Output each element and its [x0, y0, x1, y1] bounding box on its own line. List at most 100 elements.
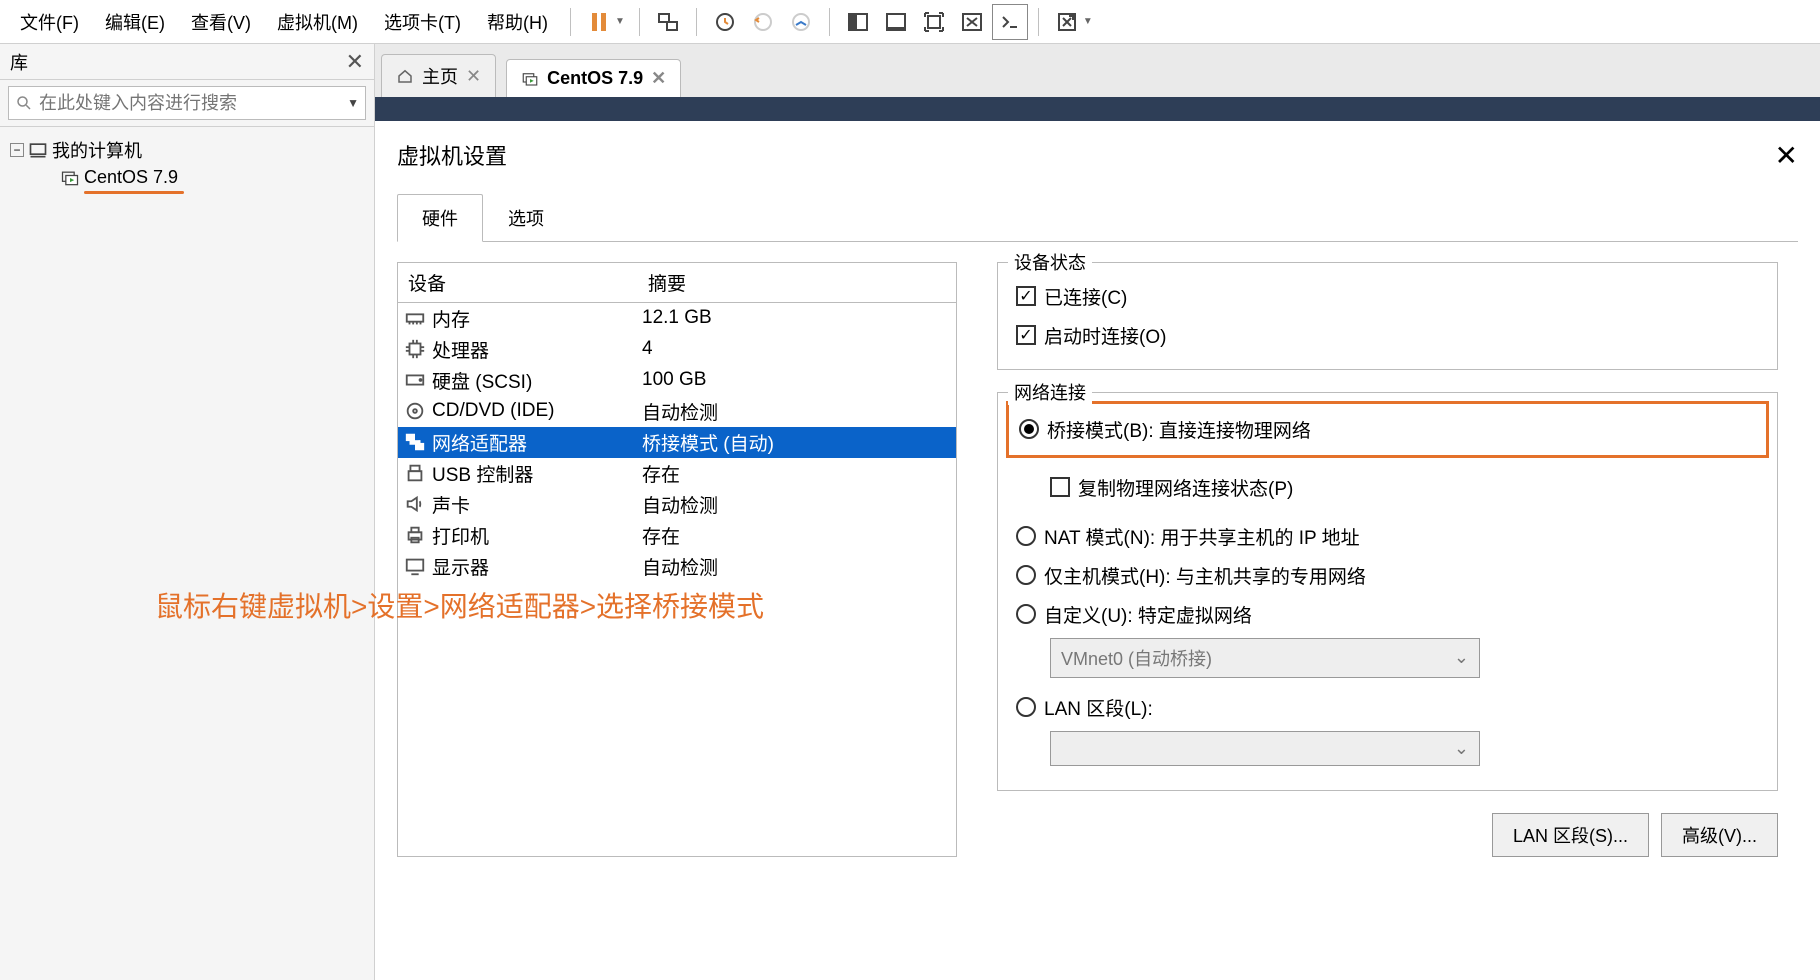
hw-row-sound[interactable]: 声卡 自动检测 — [398, 489, 956, 520]
connected-label: 已连接(C) — [1044, 283, 1127, 310]
sidebar-close-icon[interactable]: ✕ — [346, 49, 364, 75]
lan-segments-button[interactable]: LAN 区段(S)... — [1492, 813, 1649, 857]
hw-summary: 自动检测 — [638, 553, 956, 580]
tab-vm[interactable]: CentOS 7.9 ✕ — [506, 59, 681, 97]
manage-snapshot-icon[interactable] — [783, 4, 819, 40]
replicate-checkbox[interactable]: 复制物理网络连接状态(P) — [1016, 468, 1759, 507]
revert-icon[interactable] — [745, 4, 781, 40]
menu-view[interactable]: 查看(V) — [179, 3, 263, 41]
home-icon — [396, 67, 414, 85]
hw-row-printer[interactable]: 打印机 存在 — [398, 520, 956, 551]
custom-vmnet-select[interactable]: VMnet0 (自动桥接) ⌄ — [1050, 638, 1480, 678]
split-left-icon[interactable] — [840, 4, 876, 40]
hw-name: 处理器 — [432, 336, 489, 363]
connected-checkbox[interactable]: ✓ 已连接(C) — [1016, 277, 1759, 316]
dialog-body: 设备 摘要 内存 12.1 GB 处理器 4 硬盘 (SCSI) 100 GB — [397, 242, 1798, 857]
radio-selected-icon — [1019, 419, 1039, 439]
hw-row-network[interactable]: 网络适配器 桥接模式 (自动) — [398, 427, 956, 458]
lan-segment-select[interactable]: ⌄ — [1050, 731, 1480, 766]
hw-row-display[interactable]: 显示器 自动检测 — [398, 551, 956, 582]
hw-row-memory[interactable]: 内存 12.1 GB — [398, 303, 956, 334]
pause-icon[interactable] — [581, 4, 617, 40]
sidebar-header: 库 ✕ — [0, 44, 374, 80]
menu-tabs[interactable]: 选项卡(T) — [372, 3, 473, 41]
dialog-tab-options[interactable]: 选项 — [483, 194, 569, 242]
hw-name: CD/DVD (IDE) — [432, 400, 554, 422]
hw-summary: 100 GB — [638, 369, 956, 391]
menu-bar: 文件(F) 编辑(E) 查看(V) 虚拟机(M) 选项卡(T) 帮助(H) ▼ … — [0, 0, 1820, 44]
radio-hostonly[interactable]: 仅主机模式(H): 与主机共享的专用网络 — [1016, 556, 1759, 595]
tab-close-icon[interactable]: ✕ — [651, 68, 666, 89]
unity-icon[interactable] — [954, 4, 990, 40]
document-tabs: 主页 ✕ CentOS 7.9 ✕ — [375, 44, 1820, 97]
hw-row-cddvd[interactable]: CD/DVD (IDE) 自动检测 — [398, 396, 956, 427]
hw-summary: 4 — [638, 338, 956, 360]
radio-bridged[interactable]: 桥接模式(B): 直接连接物理网络 — [1019, 410, 1756, 449]
menu-vm[interactable]: 虚拟机(M) — [265, 3, 370, 41]
collapse-icon[interactable]: − — [10, 143, 24, 157]
cpu-icon — [404, 338, 426, 360]
usb-icon — [404, 462, 426, 484]
advanced-button[interactable]: 高级(V)... — [1661, 813, 1778, 857]
separator — [696, 8, 697, 36]
radio-icon — [1016, 526, 1036, 546]
custom-label: 自定义(U): 特定虚拟网络 — [1044, 601, 1252, 628]
radio-icon — [1016, 604, 1036, 624]
hw-name: 内存 — [432, 305, 470, 332]
search-dropdown-icon[interactable]: ▼ — [347, 96, 359, 110]
tab-vm-label: CentOS 7.9 — [547, 68, 643, 89]
search-wrap: ▼ — [0, 80, 374, 127]
content-header-strip — [375, 97, 1820, 121]
check-icon: ✓ — [1016, 286, 1036, 306]
check-icon: ✓ — [1016, 325, 1036, 345]
radio-icon — [1016, 565, 1036, 585]
search-box[interactable]: ▼ — [8, 86, 366, 120]
menu-file[interactable]: 文件(F) — [8, 3, 91, 41]
hw-row-usb[interactable]: USB 控制器 存在 — [398, 458, 956, 489]
tab-home[interactable]: 主页 ✕ — [381, 54, 496, 97]
radio-icon — [1016, 697, 1036, 717]
menu-edit[interactable]: 编辑(E) — [93, 3, 177, 41]
connect-on-power-label: 启动时连接(O) — [1044, 322, 1166, 349]
dialog-close-icon[interactable]: ✕ — [1775, 139, 1798, 172]
snapshot-icon[interactable] — [707, 4, 743, 40]
hw-row-cpu[interactable]: 处理器 4 — [398, 334, 956, 365]
hw-name: 显示器 — [432, 553, 489, 580]
highlight-bridged: 桥接模式(B): 直接连接物理网络 — [1006, 401, 1769, 458]
hw-name: 网络适配器 — [432, 429, 527, 456]
vm-settings-dialog: 虚拟机设置 ✕ 硬件 选项 设备 摘要 内存 12.1 GB — [375, 121, 1820, 980]
send-keys-icon[interactable] — [650, 4, 686, 40]
chevron-down-icon: ⌄ — [1454, 738, 1469, 759]
printer-icon — [404, 524, 426, 546]
hw-summary: 存在 — [638, 522, 956, 549]
device-status-title: 设备状态 — [1008, 249, 1092, 275]
radio-custom[interactable]: 自定义(U): 特定虚拟网络 — [1016, 595, 1759, 634]
tree-root[interactable]: − 我的计算机 — [10, 135, 364, 165]
separator — [570, 8, 571, 36]
tab-close-icon[interactable]: ✕ — [466, 66, 481, 87]
annotation-text: 鼠标右键虚拟机>设置>网络适配器>选择桥接模式 — [155, 585, 764, 625]
dialog-tab-hardware[interactable]: 硬件 — [397, 194, 483, 242]
separator — [639, 8, 640, 36]
separator — [829, 8, 830, 36]
connect-on-power-checkbox[interactable]: ✓ 启动时连接(O) — [1016, 316, 1759, 355]
network-title: 网络连接 — [1008, 379, 1092, 405]
fullscreen-icon[interactable] — [916, 4, 952, 40]
radio-nat[interactable]: NAT 模式(N): 用于共享主机的 IP 地址 — [1016, 517, 1759, 556]
radio-lan[interactable]: LAN 区段(L): — [1016, 688, 1759, 727]
hw-row-hdd[interactable]: 硬盘 (SCSI) 100 GB — [398, 365, 956, 396]
menu-help[interactable]: 帮助(H) — [475, 3, 560, 41]
hw-summary: 存在 — [638, 460, 956, 487]
hw-name: USB 控制器 — [432, 460, 533, 487]
hardware-table: 设备 摘要 内存 12.1 GB 处理器 4 硬盘 (SCSI) 100 GB — [397, 262, 957, 857]
stretch-icon[interactable] — [1049, 4, 1085, 40]
tree-item-vm[interactable]: CentOS 7.9 — [10, 165, 364, 190]
tree-item-label: CentOS 7.9 — [84, 167, 178, 188]
sidebar-title: 库 — [10, 49, 28, 75]
content-area: 主页 ✕ CentOS 7.9 ✕ 虚拟机设置 ✕ 硬件 选项 — [375, 44, 1820, 980]
sidebar: 库 ✕ ▼ − 我的计算机 CentOS 7.9 — [0, 44, 375, 980]
console-icon[interactable] — [992, 4, 1028, 40]
search-input[interactable] — [39, 93, 343, 114]
single-view-icon[interactable] — [878, 4, 914, 40]
separator — [1038, 8, 1039, 36]
